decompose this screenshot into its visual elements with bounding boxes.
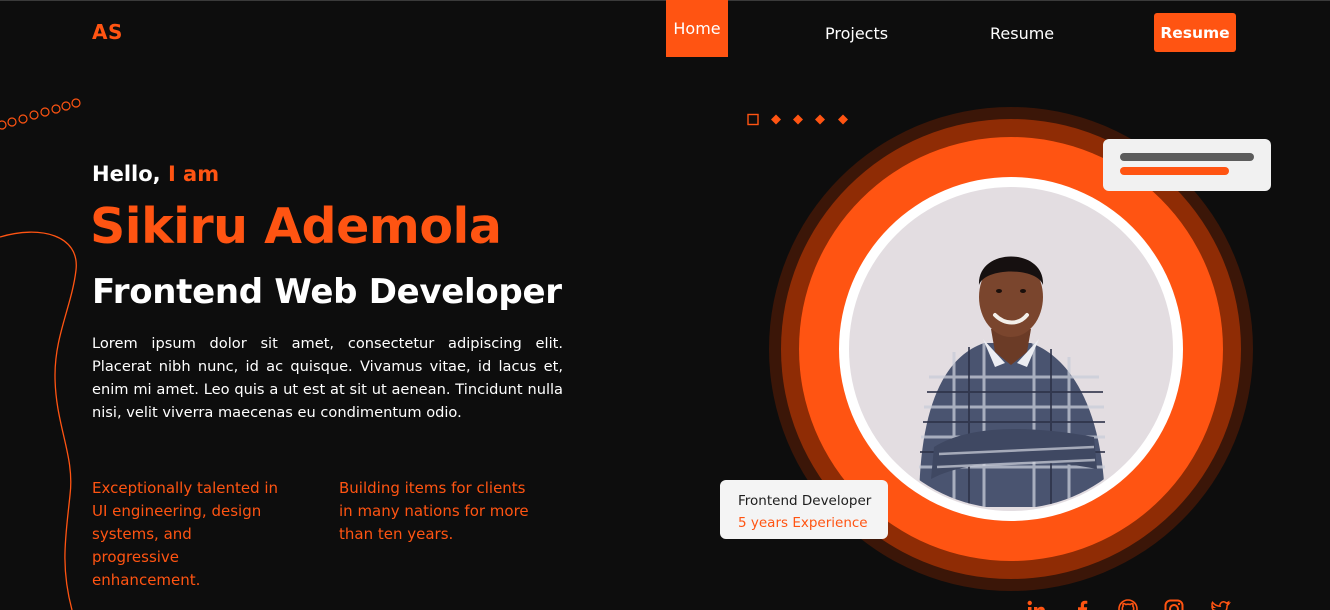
circles-decoration	[0, 98, 81, 130]
skill-bar-orange	[1120, 167, 1229, 175]
skill-card	[1103, 139, 1271, 191]
greeting-accent: I am	[167, 162, 220, 186]
squiggle-decoration	[0, 231, 77, 610]
hero-name: Sikiru Ademola	[90, 198, 502, 255]
nav-resume-link[interactable]: Resume	[990, 0, 1054, 66]
site-logo[interactable]: AS	[92, 20, 123, 44]
instagram-icon[interactable]	[1163, 598, 1185, 610]
linkedin-icon[interactable]	[1025, 598, 1047, 610]
facebook-icon[interactable]	[1071, 598, 1093, 610]
nav-projects-link[interactable]: Projects	[825, 0, 888, 66]
github-icon[interactable]	[1117, 598, 1139, 610]
nav-home-link[interactable]: Home	[666, 0, 728, 57]
experience-card: Frontend Developer 5 years Experience	[720, 480, 888, 539]
twitter-icon[interactable]	[1209, 598, 1231, 610]
feature-text-2: Building items for clients in many natio…	[339, 479, 529, 543]
greeting: Hello, I am	[92, 162, 219, 186]
top-border	[0, 0, 1330, 1]
resume-button[interactable]: Resume	[1154, 13, 1236, 52]
portfolio-page: AS Home Projects Resume Resume Hello, I …	[0, 0, 1330, 610]
hero-role: Frontend Web Developer	[92, 272, 562, 312]
feature-text-1: Exceptionally talented in UI engineering…	[92, 479, 279, 589]
experience-subtitle: 5 years Experience	[738, 515, 868, 531]
skill-bar-grey	[1120, 153, 1254, 161]
experience-title: Frontend Developer	[738, 493, 872, 509]
greeting-prefix: Hello,	[92, 162, 161, 186]
hero-intro: Lorem ipsum dolor sit amet, consectetur …	[92, 335, 563, 421]
social-links	[1025, 598, 1231, 610]
